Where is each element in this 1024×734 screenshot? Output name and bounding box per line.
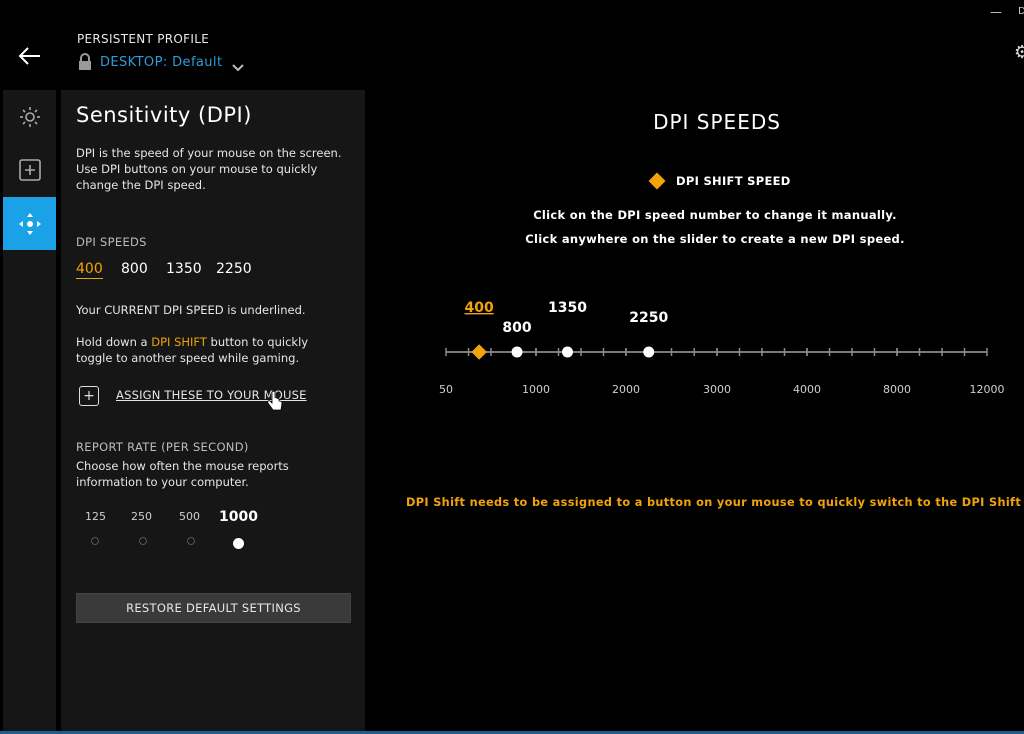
slider-scale-label: 4000 xyxy=(793,383,821,396)
slider-scale-label: 2000 xyxy=(612,383,640,396)
dpi-shift-note-a: Hold down a xyxy=(76,335,152,349)
dpi-shift-note: Hold down a DPI SHIFT button to quickly … xyxy=(76,334,341,366)
profile-label: PERSISTENT PROFILE xyxy=(77,32,210,46)
dpi-speed-value[interactable]: 1350 xyxy=(166,261,202,277)
dpi-point[interactable] xyxy=(643,346,655,358)
dpi-point-label[interactable]: 2250 xyxy=(629,310,668,326)
panel-description: DPI is the speed of your mouse on the sc… xyxy=(76,146,342,192)
report-rate-description: Choose how often the mouse reports infor… xyxy=(76,459,289,489)
dpi-shift-legend: DPI SHIFT SPEED xyxy=(676,174,791,188)
slider-scale-label: 8000 xyxy=(883,383,911,396)
report-rate-option-label: 250 xyxy=(131,510,152,523)
dpi-speed-value[interactable]: 2250 xyxy=(216,261,252,277)
report-rate-label: REPORT RATE (PER SECOND) xyxy=(76,440,249,454)
slider-scale-label: 12000 xyxy=(970,383,1005,396)
report-rate-option-label-selected: 1000 xyxy=(219,509,258,525)
instruction-slider: Click anywhere on the slider to create a… xyxy=(525,232,905,246)
assign-plus-icon[interactable]: + xyxy=(79,386,99,406)
lock-icon xyxy=(78,53,92,71)
dpi-speeds-title: DPI SPEEDS xyxy=(653,110,781,134)
gear-icon[interactable]: ⚙ xyxy=(1014,42,1024,63)
profile-separator: : xyxy=(162,55,168,70)
profile-device: DESKTOP xyxy=(100,55,163,70)
restore-defaults-button[interactable]: RESTORE DEFAULT SETTINGS xyxy=(76,593,351,623)
slider-scale-label: 50 xyxy=(439,383,453,396)
dpi-point-label[interactable]: 400 xyxy=(465,300,494,316)
profile-name: Default xyxy=(172,55,223,70)
dpi-speed-value-current[interactable]: 400 xyxy=(76,261,103,279)
dpi-shift-term: DPI SHIFT xyxy=(151,335,207,349)
add-button-icon xyxy=(18,158,41,181)
back-arrow-icon[interactable] xyxy=(16,42,44,70)
dpi-speed-value[interactable]: 800 xyxy=(121,261,148,277)
dpi-shift-diamond-icon xyxy=(648,172,666,190)
dpi-point-label[interactable]: 800 xyxy=(502,320,531,336)
dpi-shift-warning: DPI Shift needs to be assigned to a butt… xyxy=(406,496,1024,509)
chevron-down-icon[interactable] xyxy=(232,58,244,72)
dpi-speeds-label: DPI SPEEDS xyxy=(76,235,147,249)
report-rate-radio[interactable] xyxy=(139,537,147,545)
report-rate-radio[interactable] xyxy=(187,537,195,545)
pointer-move-icon xyxy=(18,212,41,235)
report-rate-radio[interactable] xyxy=(91,537,99,545)
minimize-icon[interactable]: — xyxy=(990,6,1002,18)
report-rate-option-label: 500 xyxy=(179,510,200,523)
dpi-slider[interactable]: 50 1000 2000 3000 4000 8000 12000 400 800 1350 22… xyxy=(430,290,1010,410)
hand-cursor-icon xyxy=(266,390,284,413)
slider-scale-label: 3000 xyxy=(703,383,731,396)
profile-selector[interactable]: DESKTOP: Default xyxy=(100,55,222,70)
instruction-manual: Click on the DPI speed number to change … xyxy=(533,208,897,222)
slider-scale-label: 1000 xyxy=(522,383,550,396)
current-dpi-note: Your CURRENT DPI SPEED is underlined. xyxy=(76,303,306,317)
dpi-point[interactable] xyxy=(562,346,573,358)
window-edge-text: D xyxy=(1018,6,1024,17)
nav-item-pointer-settings[interactable] xyxy=(3,197,56,250)
report-rate-option-label: 125 xyxy=(85,510,106,523)
dpi-point[interactable] xyxy=(511,346,523,358)
nav-item-assignments[interactable] xyxy=(3,143,56,196)
report-rate-radio-selected[interactable] xyxy=(233,538,244,549)
dpi-shift-point[interactable] xyxy=(471,344,487,360)
dpi-point-label[interactable]: 1350 xyxy=(548,300,587,316)
